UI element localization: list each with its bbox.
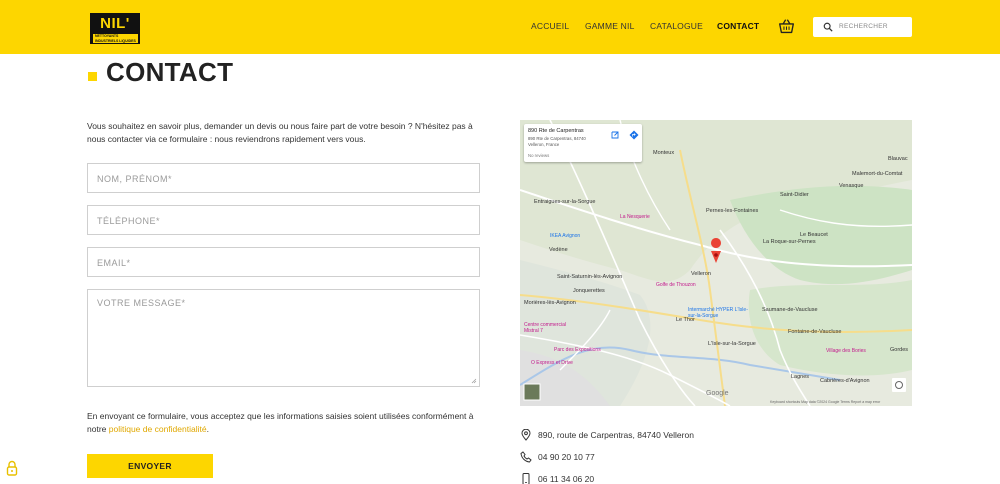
nav-catalogue[interactable]: CATALOGUE: [650, 21, 703, 31]
intro-text: Vous souhaitez en savoir plus, demander …: [87, 121, 473, 144]
map-label-entraigues: Entraigues-sur-la-Sorgue: [534, 199, 596, 205]
search-input[interactable]: RECHERCHER: [813, 17, 912, 37]
map-label-isle: L'Isle-sur-la-Sorgue: [708, 341, 756, 347]
nav-accueil[interactable]: ACCUEIL: [531, 21, 569, 31]
location-pin-icon: [521, 429, 531, 441]
message-field[interactable]: VOTRE MESSAGE*: [87, 289, 480, 387]
map-label-velleron: Velleron: [691, 271, 711, 277]
privacy-policy-link[interactable]: politique de confidentialité: [109, 424, 207, 434]
message-placeholder: VOTRE MESSAGE*: [97, 298, 186, 308]
nav-contact[interactable]: CONTACT: [717, 21, 759, 31]
resize-handle-icon[interactable]: [471, 378, 477, 384]
nil-logo[interactable]: NIL' NETTOYANTS INDUSTRIELS LIQUIDES: [90, 13, 140, 44]
map-label-ikea: IKEA Avignon: [550, 233, 581, 239]
map-label-intermarche: Intermarché HYPER L'Isle-sur-la-Sorgue: [688, 307, 748, 319]
map-label-saint-didier: Saint-Didier: [780, 192, 809, 198]
map-label-saumane: Saumane-de-Vaucluse: [762, 307, 818, 313]
map-label-express: O Express et Drive: [531, 360, 573, 366]
directions-icon[interactable]: [629, 130, 639, 140]
logo-subtitle: NETTOYANTS INDUSTRIELS LIQUIDES: [93, 34, 138, 43]
map-label-le-beaucet: Le Beaucet: [800, 232, 828, 238]
map-label-morieres: Morières-lès-Avignon: [524, 300, 576, 306]
map-label-venasque: Venasque: [839, 183, 864, 189]
map-label-monteux: Monteux: [653, 150, 675, 156]
email-field[interactable]: EMAIL*: [87, 247, 480, 277]
map-label-pernes: Pernes-les-Fontaines: [706, 208, 759, 214]
search-placeholder: RECHERCHER: [839, 23, 888, 30]
phone-placeholder: TÉLÉPHONE*: [97, 216, 161, 226]
lock-icon[interactable]: [6, 460, 18, 476]
map-label-jonquerettes: Jonquerettes: [573, 288, 605, 294]
google-map[interactable]: Monteux Entraigues-sur-la-Sorgue Pernes-…: [520, 120, 912, 406]
map-label-centre-commercial: Centre commercial Mistral 7: [524, 322, 566, 334]
map-label-village-bories: Village des Bories: [826, 348, 866, 354]
map-terrain: [520, 120, 912, 406]
contact-phone-1[interactable]: 04 90 20 10 77: [538, 452, 595, 462]
place-infobox: 890 Rte de Carpentras 890 Rte de Carpent…: [524, 124, 642, 162]
site-header: NIL' NETTOYANTS INDUSTRIELS LIQUIDES ACC…: [0, 0, 1000, 54]
phone-icon: [520, 451, 532, 463]
google-logo: Google: [706, 390, 729, 397]
place-reviews: No reviews: [528, 153, 550, 158]
open-in-maps-icon[interactable]: [610, 130, 620, 140]
contact-address: 890, route de Carpentras, 84740 Velleron: [538, 430, 694, 440]
map-label-golfe: Golfe de Thouzon: [656, 282, 696, 288]
map-label-vedene: Vedène: [549, 247, 568, 253]
map-label-blauvac: Blauvac: [888, 156, 908, 162]
map-label-la-roque: La Roque-sur-Pernes: [763, 239, 816, 245]
contact-phone-2[interactable]: 06 11 34 06 20: [538, 474, 594, 484]
map-footer: Keyboard shortcuts Map data ©2024 Google…: [770, 400, 881, 404]
mobile-phone-icon: [522, 473, 530, 484]
page-title: CONTACT: [106, 57, 234, 87]
name-field[interactable]: NOM, PRÉNOM*: [87, 163, 480, 193]
map-label-fontaine: Fontaine-de-Vaucluse: [788, 329, 842, 335]
email-placeholder: EMAIL*: [97, 258, 131, 268]
map-label-la-nesquerie: La Nesquerie: [620, 214, 650, 220]
name-placeholder: NOM, PRÉNOM*: [97, 174, 173, 184]
map-label-cabrieres: Cabrières-d'Avignon: [820, 378, 870, 384]
map-label-lagnes: Lagnes: [791, 374, 810, 380]
consent-text: En envoyant ce formulaire, vous acceptez…: [87, 410, 482, 436]
map-label-saint-saturnin: Saint-Saturnin-lès-Avignon: [557, 274, 623, 280]
search-icon: [823, 22, 833, 32]
consent-end: .: [206, 424, 209, 434]
send-button[interactable]: ENVOYER: [87, 454, 213, 478]
title-accent: [88, 72, 97, 81]
map-label-gordes: Gordes: [890, 347, 909, 353]
phone-field[interactable]: TÉLÉPHONE*: [87, 205, 480, 235]
map-label-malemort: Malemort-du-Comtat: [852, 171, 903, 177]
place-title: 890 Rte de Carpentras: [528, 128, 584, 134]
map-label-parc-expo: Parc des Expositions: [554, 347, 601, 353]
nav-gamme-nil[interactable]: GAMME NIL: [585, 21, 635, 31]
basket-icon[interactable]: [778, 18, 795, 35]
place-address: 890 Rte de Carpentras, 84740 Velleron, F…: [528, 136, 586, 147]
logo-text: NIL': [100, 15, 130, 32]
